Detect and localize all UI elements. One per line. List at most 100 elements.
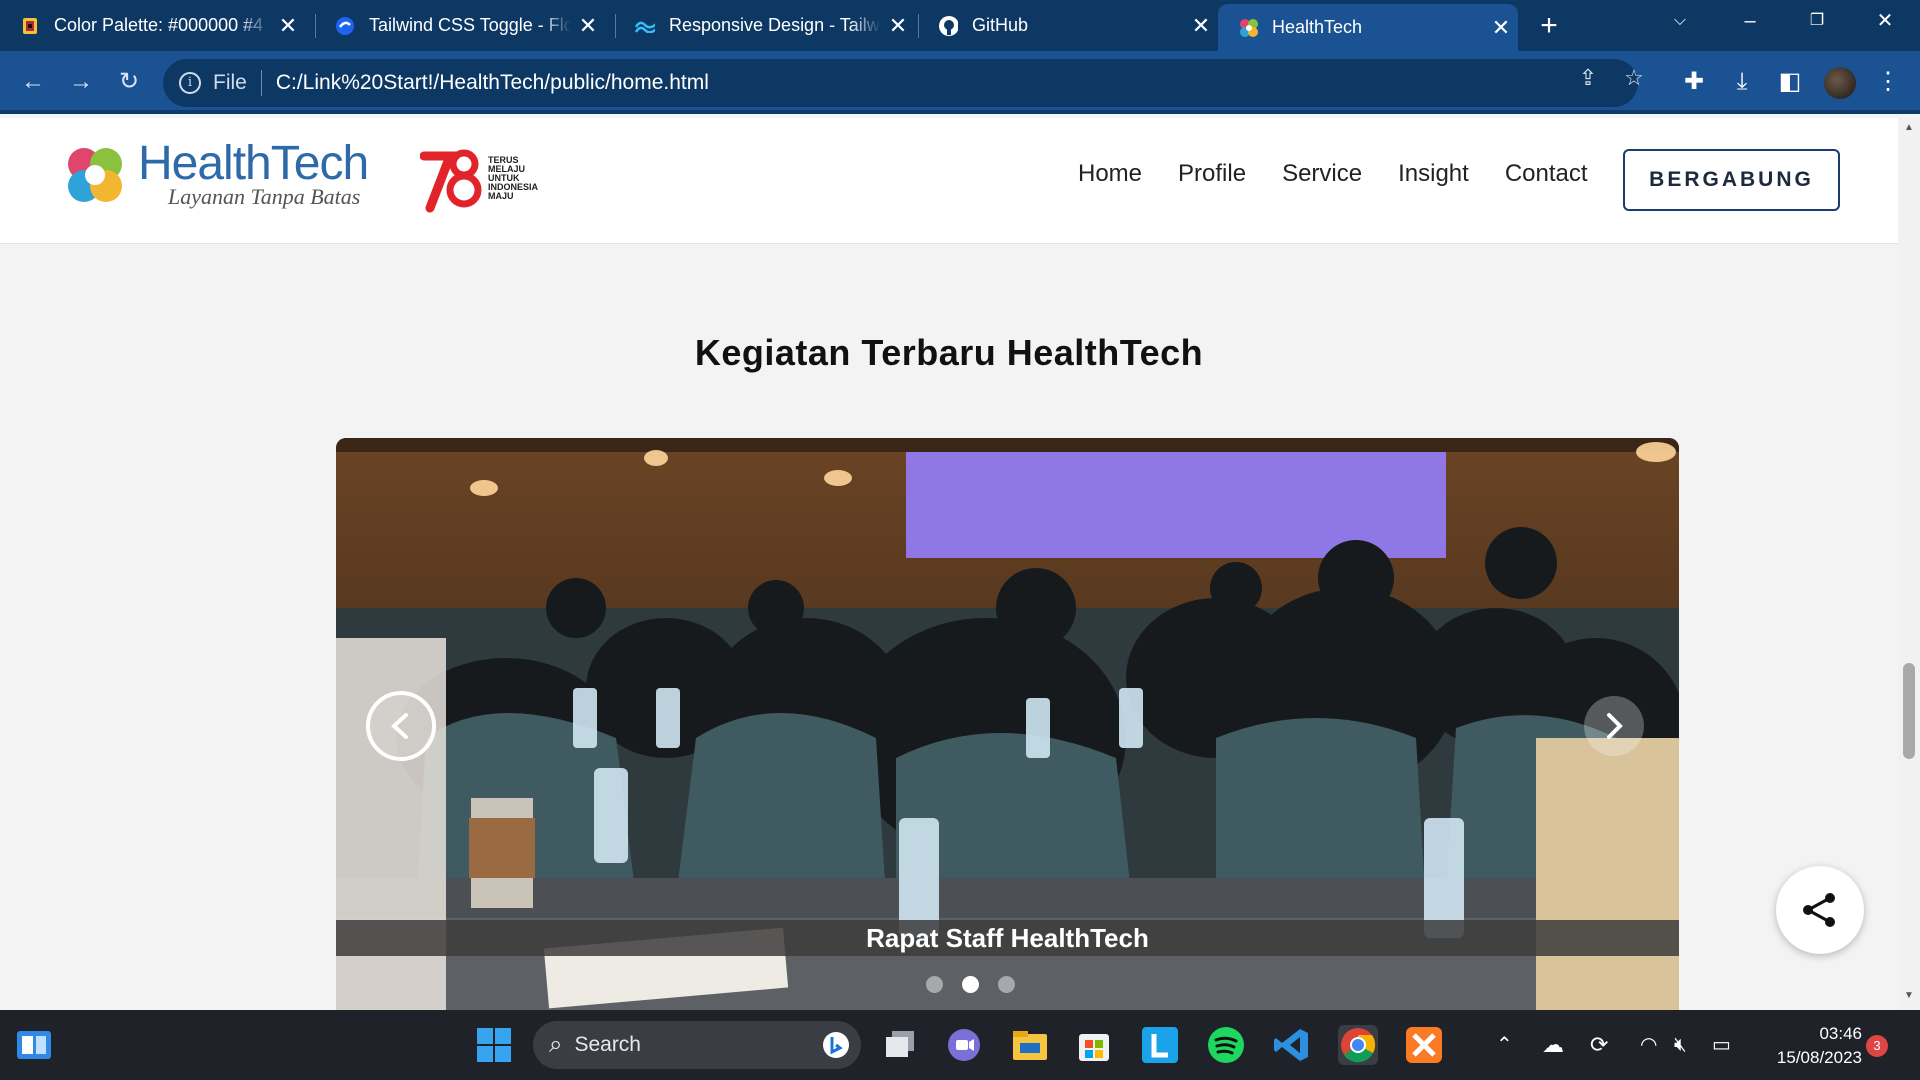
chrome-icon[interactable] xyxy=(1338,1025,1378,1065)
onedrive-cloud-icon[interactable]: ☁ xyxy=(1542,1010,1572,1080)
activity-carousel: Rapat Staff HealthTech xyxy=(336,438,1679,1010)
anniversary-text-line: MAJU xyxy=(488,190,514,201)
close-window-icon[interactable]: ✕ xyxy=(1855,0,1915,42)
browser-tab-bar: Color Palette: #000000 #4 ✕ Tailwind CSS… xyxy=(0,0,1920,51)
section-title: Kegiatan Terbaru HealthTech xyxy=(694,332,1204,373)
vscode-icon[interactable] xyxy=(1272,1025,1312,1065)
site-info-icon[interactable]: i xyxy=(179,72,201,94)
brand-tagline: Layanan Tanpa Batas xyxy=(168,184,361,209)
sync-icon[interactable]: ⟳ xyxy=(1590,1010,1620,1080)
flowbite-favicon-icon xyxy=(335,16,355,36)
share-button[interactable] xyxy=(1776,866,1864,954)
page-viewport: HealthTech Layanan Tanpa Batas TERUS MEL… xyxy=(0,118,1898,1010)
tab-healthtech[interactable]: HealthTech ✕ xyxy=(1218,4,1518,51)
windows-taskbar: ⌕ Search ⌃ ☁ ⟳ ◠ 🔇︎ ▭ 03:46 15/08/2023 3 xyxy=(0,1010,1920,1080)
address-scheme: File xyxy=(213,71,247,94)
share-page-icon[interactable]: ⇪ xyxy=(1574,64,1602,92)
tab-title: Tailwind CSS Toggle - Flow xyxy=(369,15,571,35)
extensions-puzzle-icon[interactable]: ✚ xyxy=(1678,66,1710,98)
share-icon xyxy=(1803,893,1835,927)
close-tab-icon[interactable]: ✕ xyxy=(1184,13,1218,39)
tab-title: Responsive Design - Tailw xyxy=(669,15,880,35)
slide-caption: Rapat Staff HealthTech xyxy=(336,920,1679,956)
close-tab-icon[interactable]: ✕ xyxy=(571,13,605,39)
site-header: HealthTech Layanan Tanpa Batas TERUS MEL… xyxy=(0,118,1898,244)
tab-title: GitHub xyxy=(972,15,1029,35)
close-tab-icon[interactable]: ✕ xyxy=(1484,15,1518,41)
carousel-prev-button[interactable] xyxy=(366,691,436,761)
clock-time: 03:46 xyxy=(1819,1024,1862,1043)
carousel-dot[interactable] xyxy=(998,976,1015,993)
tab-tailwind-toggle[interactable]: Tailwind CSS Toggle - Flow ✕ xyxy=(315,0,605,51)
minimize-icon[interactable]: – xyxy=(1720,0,1780,42)
back-arrow-icon[interactable]: ← xyxy=(16,65,50,99)
tab-title: HealthTech xyxy=(1272,17,1363,37)
scrollbar-thumb[interactable] xyxy=(1903,663,1915,759)
join-button[interactable]: BERGABUNG xyxy=(1623,149,1840,211)
bookmark-star-icon[interactable]: ☆ xyxy=(1620,64,1648,92)
address-url[interactable]: C:/Link%20Start!/HealthTech/public/home.… xyxy=(276,71,709,95)
tab-github[interactable]: GitHub ✕ xyxy=(918,0,1218,51)
system-clock[interactable]: 03:46 15/08/2023 xyxy=(1748,1022,1862,1070)
healthtech-favicon-icon xyxy=(1238,18,1258,38)
spotify-icon[interactable] xyxy=(1206,1025,1246,1065)
nav-profile[interactable]: Profile xyxy=(1178,160,1246,188)
nav-service[interactable]: Service xyxy=(1282,160,1362,188)
microsoft-store-icon[interactable] xyxy=(1074,1025,1114,1065)
volume-muted-icon[interactable]: 🔇︎ xyxy=(1674,1010,1700,1080)
nav-contact[interactable]: Contact xyxy=(1505,160,1588,188)
notification-badge[interactable]: 3 xyxy=(1866,1035,1888,1057)
scroll-up-icon[interactable]: ▲ xyxy=(1904,122,1914,133)
tab-responsive-design[interactable]: Responsive Design - Tailw ✕ xyxy=(615,0,915,51)
carousel-indicators xyxy=(926,976,1034,993)
battery-charging-icon[interactable]: ▭ xyxy=(1712,1010,1738,1080)
widgets-icon[interactable] xyxy=(14,1025,54,1065)
tab-title: Color Palette: #000000 #4 xyxy=(54,15,264,35)
brand-name: HealthTech xyxy=(138,137,369,190)
task-view-icon[interactable] xyxy=(880,1025,920,1065)
healthtech-logo[interactable]: HealthTech Layanan Tanpa Batas xyxy=(62,137,369,210)
side-panel-icon[interactable]: ◧ xyxy=(1774,66,1806,98)
chevron-right-icon xyxy=(1607,713,1623,739)
close-tab-icon[interactable]: ✕ xyxy=(881,13,915,39)
reload-icon[interactable]: ↻ xyxy=(112,65,146,99)
tray-chevron-up-icon[interactable]: ⌃ xyxy=(1496,1010,1520,1080)
search-placeholder: Search xyxy=(574,1033,641,1056)
address-divider xyxy=(260,70,262,96)
scroll-down-icon[interactable]: ▼ xyxy=(1904,990,1914,1001)
forward-arrow-icon[interactable]: → xyxy=(64,65,98,99)
nav-home[interactable]: Home xyxy=(1078,160,1142,188)
tailwind-favicon-icon xyxy=(635,16,655,36)
windows-start-icon[interactable] xyxy=(474,1025,514,1065)
clock-date: 15/08/2023 xyxy=(1776,1048,1862,1067)
main-nav: Home Profile Service Insight Contact xyxy=(1078,160,1624,188)
taskbar-search[interactable]: ⌕ Search xyxy=(533,1021,861,1069)
chevron-left-icon xyxy=(391,713,408,739)
tab-color-palette[interactable]: Color Palette: #000000 #4 ✕ xyxy=(0,0,305,51)
color-palette-favicon-icon xyxy=(20,16,40,36)
page-scrollbar[interactable]: ▲ ▼ xyxy=(1898,118,1920,1010)
carousel-dot[interactable] xyxy=(926,976,943,993)
ri-78-icon xyxy=(420,149,482,213)
browser-toolbar: ← → ↻ i File C:/Link%20Start!/HealthTech… xyxy=(0,51,1920,114)
new-tab-icon[interactable]: + xyxy=(1532,9,1566,43)
carousel-next-button[interactable] xyxy=(1584,696,1644,756)
nav-insight[interactable]: Insight xyxy=(1398,160,1469,188)
github-favicon-icon xyxy=(938,15,958,36)
xampp-icon[interactable] xyxy=(1404,1025,1444,1065)
teams-chat-icon[interactable] xyxy=(944,1025,984,1065)
search-icon: ⌕ xyxy=(549,1031,563,1058)
address-bar[interactable]: i File C:/Link%20Start!/HealthTech/publi… xyxy=(163,59,1638,107)
bing-icon xyxy=(823,1032,849,1058)
tab-search-chevron-icon[interactable]: ⌵ xyxy=(1650,0,1710,42)
menu-kebab-icon[interactable]: ⋮ xyxy=(1872,66,1904,98)
healthtech-logo-icon xyxy=(68,148,122,202)
close-tab-icon[interactable]: ✕ xyxy=(271,13,305,39)
carousel-dot-active[interactable] xyxy=(962,976,979,993)
profile-avatar[interactable] xyxy=(1824,67,1856,99)
file-explorer-icon[interactable] xyxy=(1010,1025,1050,1065)
download-icon[interactable]: ⤓ xyxy=(1726,66,1758,98)
restore-icon[interactable]: ❐ xyxy=(1787,0,1847,42)
l-app-icon[interactable] xyxy=(1140,1025,1180,1065)
wifi-icon[interactable]: ◠ xyxy=(1640,1010,1666,1080)
